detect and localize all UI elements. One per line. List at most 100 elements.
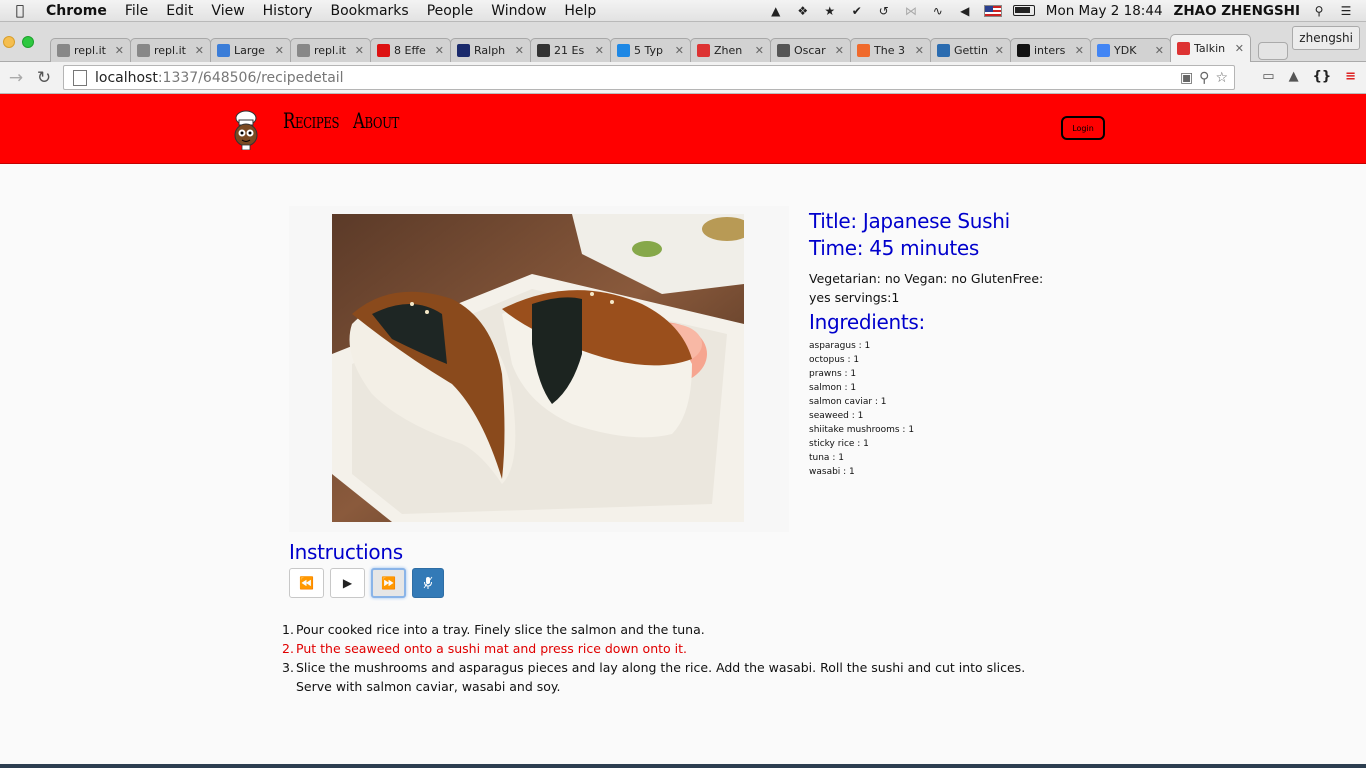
next-step-button[interactable]: ⏩ (371, 568, 406, 598)
tab-close-icon[interactable]: ✕ (1075, 44, 1084, 57)
github-icon (1017, 44, 1030, 57)
tab-close-icon[interactable]: ✕ (435, 44, 444, 57)
infinity-icon (217, 44, 230, 57)
browser-tab[interactable]: Zhen ✕ (690, 38, 771, 62)
repl-icon (57, 44, 70, 57)
menu-people[interactable]: People (418, 3, 483, 19)
time-machine-icon[interactable]: ↺ (876, 4, 892, 18)
tab-label: Ralph (474, 44, 506, 57)
tab-close-icon[interactable]: ✕ (355, 44, 364, 57)
tab-close-icon[interactable]: ✕ (275, 44, 284, 57)
new-tab-button[interactable] (1258, 42, 1288, 60)
ingredients-list: asparagus : 1 octopus : 1 prawns : 1 salmon… (809, 339, 914, 479)
tab-label: 21 Es (554, 44, 585, 57)
browser-tab[interactable]: Talkin ✕ (1170, 34, 1251, 62)
minimize-window-button[interactable] (3, 36, 15, 48)
browser-tab-strip: repl.it ✕ repl.it ✕ Large ✕ repl.it ✕ 8 Effe ✕ Ral… (0, 22, 1366, 62)
menubar-user[interactable]: ZHAO ZHENGSHI (1174, 3, 1300, 19)
reload-icon[interactable]: ↻ (32, 66, 56, 90)
cast-icon[interactable]: ▭ (1262, 69, 1274, 84)
browser-tab[interactable]: repl.it ✕ (290, 38, 371, 62)
tab-label: repl.it (314, 44, 346, 57)
tab-close-icon[interactable]: ✕ (195, 44, 204, 57)
book-icon (937, 44, 950, 57)
menu-window[interactable]: Window (482, 3, 555, 19)
dock-edge (0, 764, 1366, 768)
recipe-flags: Vegetarian: no Vegan: no GlutenFree: yes… (809, 271, 1044, 305)
forward-arrow-icon[interactable]: → (4, 66, 28, 90)
browser-tab[interactable]: Gettin ✕ (930, 38, 1011, 62)
diamond-icon (697, 44, 710, 57)
battery-icon[interactable] (1012, 5, 1035, 16)
evernote-icon[interactable]: ★ (822, 4, 838, 18)
notification-center-icon[interactable]: ☰ (1338, 4, 1354, 18)
menu-edit[interactable]: Edit (157, 3, 202, 19)
browser-tab[interactable]: 21 Es ✕ (530, 38, 611, 62)
voice-input-button[interactable] (412, 568, 444, 598)
browser-tab[interactable]: Ralph ✕ (450, 38, 531, 62)
tab-close-icon[interactable]: ✕ (755, 44, 764, 57)
tab-label: inters (1034, 44, 1066, 57)
chef-logo-icon[interactable] (230, 110, 262, 150)
menu-bookmarks[interactable]: Bookmarks (321, 3, 417, 19)
tab-close-icon[interactable]: ✕ (1235, 42, 1244, 55)
browser-tab[interactable]: Oscar ✕ (770, 38, 851, 62)
repl-icon (297, 44, 310, 57)
apple-icon[interactable]:  (0, 3, 40, 19)
browser-tab[interactable]: inters ✕ (1010, 38, 1091, 62)
nav-about-link[interactable]: About (353, 109, 399, 133)
browser-tab[interactable]: repl.it ✕ (130, 38, 211, 62)
menu-file[interactable]: File (116, 3, 157, 19)
address-bar[interactable]: localhost:1337/648506/recipedetail ▣ ⚲ ☆ (63, 65, 1235, 90)
browser-tab[interactable]: Large ✕ (210, 38, 291, 62)
menubar-clock[interactable]: Mon May 2 18:44 (1046, 3, 1163, 19)
dropbox-icon[interactable]: ❖ (795, 4, 811, 18)
tab-close-icon[interactable]: ✕ (515, 44, 524, 57)
tab-label: Talkin (1194, 42, 1226, 55)
recipe-detail: Title: Japanese Sushi Time: 45 minutes V… (0, 164, 1366, 764)
browser-tab[interactable]: repl.it ✕ (50, 38, 131, 62)
menu-view[interactable]: View (202, 3, 253, 19)
nav-recipes-link[interactable]: Recipes (283, 109, 340, 133)
tab-label: The 3 (874, 44, 905, 57)
menu-help[interactable]: Help (555, 3, 605, 19)
profile-button[interactable]: zhengshi (1292, 26, 1360, 50)
json-extension-icon[interactable]: {} (1313, 69, 1332, 84)
sushi-photo (332, 214, 744, 522)
zoom-window-button[interactable] (22, 36, 34, 48)
tab-close-icon[interactable]: ✕ (835, 44, 844, 57)
volume-icon[interactable]: ◀ (957, 4, 973, 18)
tab-label: Zhen (714, 44, 743, 57)
chrome-menu-icon[interactable]: ≡ (1345, 69, 1356, 84)
ingredient-item: wasabi : 1 (809, 467, 855, 477)
browser-tab[interactable]: 8 Effe ✕ (370, 38, 451, 62)
bookmark-star-icon[interactable]: ☆ (1215, 70, 1228, 86)
drive-extension-icon[interactable]: ▲ (1289, 69, 1299, 84)
us-flag-icon[interactable] (983, 4, 1002, 17)
tab-close-icon[interactable]: ✕ (675, 44, 684, 57)
tab-close-icon[interactable]: ✕ (595, 44, 604, 57)
tab-close-icon[interactable]: ✕ (1155, 44, 1164, 57)
microphone-icon (423, 576, 433, 589)
spotlight-search-icon[interactable]: ⚲ (1311, 4, 1327, 18)
tab-close-icon[interactable]: ✕ (995, 44, 1004, 57)
login-button[interactable]: Login (1061, 116, 1105, 140)
play-button[interactable]: ▶ (330, 568, 365, 598)
menu-history[interactable]: History (254, 3, 322, 19)
previous-step-button[interactable]: ⏪ (289, 568, 324, 598)
drive-icon[interactable]: ▲ (768, 4, 784, 18)
ingredient-item: asparagus : 1 (809, 341, 871, 351)
zoom-magnifier-icon[interactable]: ⚲ (1199, 70, 1209, 86)
menu-app-name[interactable]: Chrome (40, 3, 116, 19)
tab-close-icon[interactable]: ✕ (915, 44, 924, 57)
tab-close-icon[interactable]: ✕ (115, 44, 124, 57)
wifi-icon[interactable]: ∿ (930, 4, 946, 18)
google-icon (1097, 44, 1110, 57)
browser-tab[interactable]: 5 Typ ✕ (610, 38, 691, 62)
browser-tab[interactable]: YDK ✕ (1090, 38, 1171, 62)
ring-icon (777, 44, 790, 57)
camera-blocked-icon[interactable]: ▣ (1180, 70, 1193, 86)
norton-check-icon[interactable]: ✔ (849, 4, 865, 18)
browser-tab[interactable]: The 3 ✕ (850, 38, 931, 62)
bluetooth-icon[interactable]: ⋈ (903, 4, 919, 18)
